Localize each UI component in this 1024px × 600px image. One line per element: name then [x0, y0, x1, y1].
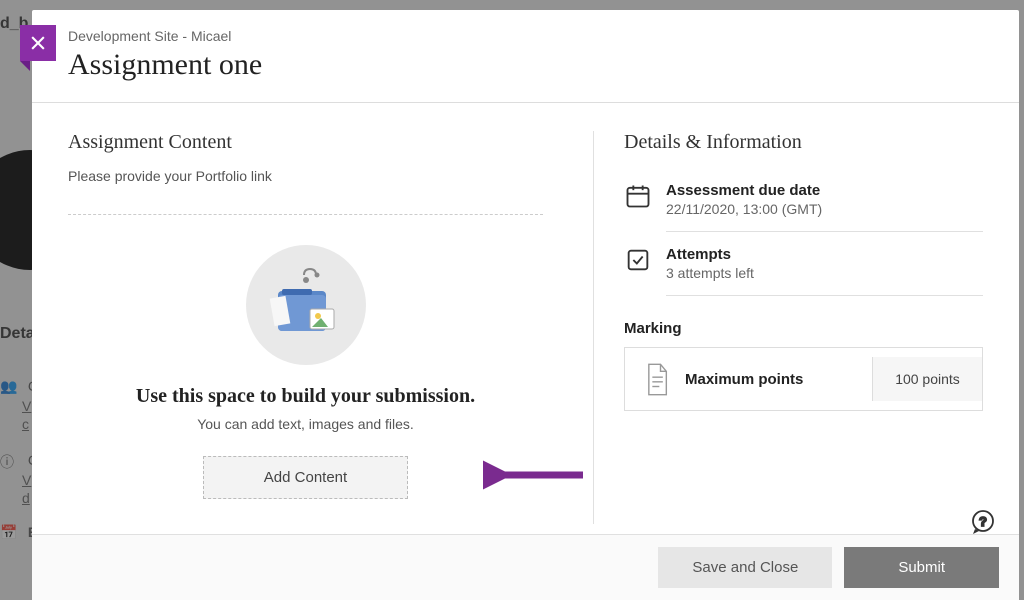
details-list: Assessment due date 22/11/2020, 13:00 (G… — [624, 168, 983, 296]
submit-button[interactable]: Submit — [844, 547, 999, 588]
backdrop-tab: Deta — [0, 325, 35, 343]
document-icon — [643, 362, 671, 396]
attempts-value: 3 attempts left — [666, 265, 754, 281]
content-section-title: Assignment Content — [68, 131, 543, 154]
help-button[interactable]: ? — [969, 508, 997, 536]
detail-attempts: Attempts 3 attempts left — [624, 232, 983, 295]
max-points-label: Maximum points — [685, 371, 803, 388]
due-date-label: Assessment due date — [666, 182, 822, 199]
modal-body: Assignment Content Please provide your P… — [32, 103, 1019, 534]
backdrop-link: V — [22, 472, 31, 488]
backdrop-link: c — [22, 416, 29, 432]
due-date-value: 22/11/2020, 13:00 (GMT) — [666, 201, 822, 217]
content-instruction: Please provide your Portfolio link — [68, 168, 543, 184]
backdrop-link: V — [22, 398, 31, 414]
calendar-icon: 📅 — [0, 524, 18, 542]
breadcrumb: Development Site - Micael — [68, 28, 983, 44]
assignment-modal: Development Site - Micael Assignment one… — [32, 10, 1019, 600]
submission-illustration — [246, 245, 366, 365]
close-button[interactable] — [20, 25, 56, 61]
add-content-button[interactable]: Add Content — [203, 456, 408, 499]
details-column: Details & Information Assessment due dat… — [593, 131, 983, 524]
divider — [666, 295, 983, 296]
detail-due-date: Assessment due date 22/11/2020, 13:00 (G… — [624, 168, 983, 231]
details-section-title: Details & Information — [624, 131, 983, 154]
submission-heading: Use this space to build your submission. — [68, 385, 543, 408]
people-icon: 👥 — [0, 378, 18, 396]
save-close-button[interactable]: Save and Close — [658, 547, 832, 588]
attempts-label: Attempts — [666, 246, 754, 263]
page-title: Assignment one — [68, 48, 983, 82]
divider — [68, 214, 543, 215]
annotation-arrow — [483, 460, 593, 495]
max-points-value: 100 points — [872, 357, 982, 401]
submission-area: Use this space to build your submission.… — [68, 245, 543, 499]
checkbox-icon — [624, 246, 652, 274]
info-icon: ⓘ — [0, 452, 18, 470]
submission-subtext: You can add text, images and files. — [68, 416, 543, 432]
calendar-icon — [624, 182, 652, 210]
modal-header: Development Site - Micael Assignment one — [32, 10, 1019, 103]
close-icon — [28, 33, 48, 53]
assignment-content-column: Assignment Content Please provide your P… — [68, 131, 563, 524]
marking-label-area: Maximum points — [625, 348, 872, 410]
modal-footer: Save and Close Submit — [32, 534, 1019, 600]
backdrop-link: d — [22, 490, 30, 506]
svg-text:?: ? — [979, 514, 987, 529]
marking-title: Marking — [624, 320, 983, 337]
marking-box: Maximum points 100 points — [624, 347, 983, 411]
